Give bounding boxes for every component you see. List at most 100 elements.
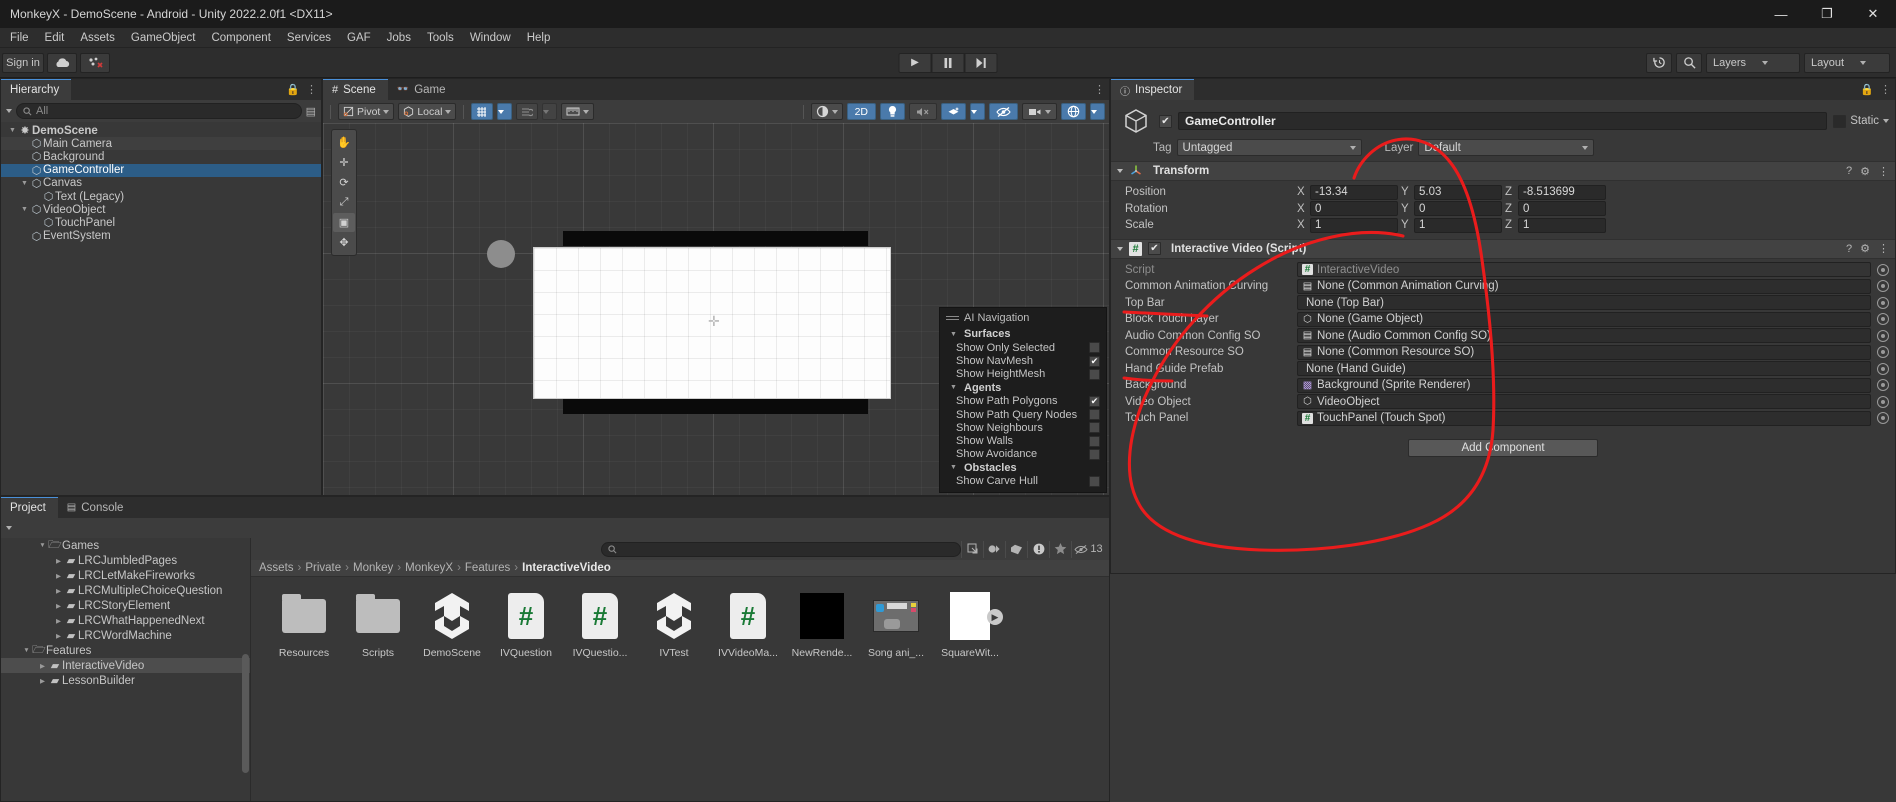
- scene-panel-menu[interactable]: ⋮: [1094, 79, 1105, 100]
- audio-mute-icon[interactable]: [909, 103, 937, 120]
- save-search-icon[interactable]: [961, 540, 983, 558]
- transform-tool-icon[interactable]: ✥: [333, 233, 355, 252]
- expand-triangle-icon[interactable]: ▼: [948, 384, 959, 391]
- project-tree-item-games[interactable]: ▼ 🗁 Games: [1, 538, 250, 553]
- menu-jobs[interactable]: Jobs: [379, 28, 419, 48]
- hierarchy-item-canvas[interactable]: ▼ ⬡ Canvas: [1, 177, 321, 190]
- create-dropdown-icon[interactable]: [6, 109, 12, 113]
- menu-file[interactable]: File: [2, 28, 37, 48]
- tab-console[interactable]: ▤ Console: [57, 497, 136, 518]
- asset-item[interactable]: # IVVideoMa...: [717, 591, 779, 659]
- project-tree-item-lrcjumbledpages[interactable]: ▶ ▰ LRCJumbledPages: [1, 553, 250, 568]
- menu-gaf[interactable]: GAF: [339, 28, 379, 48]
- scene-camera-icon[interactable]: [1022, 103, 1057, 120]
- object-reference-field[interactable]: ▤ None (Common Animation Curving): [1297, 278, 1889, 294]
- menu-edit[interactable]: Edit: [37, 28, 73, 48]
- object-reference-field[interactable]: None (Hand Guide): [1297, 361, 1889, 377]
- ai-nav-row-show-walls[interactable]: Show Walls: [940, 434, 1106, 447]
- transform-rotation-y-input[interactable]: 0: [1414, 201, 1502, 217]
- label-filter-icon[interactable]: [1005, 540, 1027, 558]
- breadcrumb-segment[interactable]: Assets: [259, 562, 294, 574]
- project-search-input[interactable]: [601, 541, 961, 557]
- close-button[interactable]: ✕: [1850, 0, 1896, 28]
- project-tree-scrollbar[interactable]: [242, 540, 249, 799]
- shaded-mode-icon[interactable]: [810, 103, 843, 120]
- gameobject-enabled-checkbox[interactable]: ✔: [1159, 114, 1172, 128]
- hierarchy-item-main-camera[interactable]: ▼⬡Main Camera: [1, 137, 321, 151]
- hidden-assets-count[interactable]: 13: [1071, 540, 1105, 558]
- hierarchy-search-input[interactable]: All: [16, 103, 302, 119]
- ai-nav-checkbox[interactable]: [1089, 422, 1100, 434]
- kebab-menu-icon[interactable]: ⋮: [1878, 165, 1889, 178]
- project-tree-item-lrcstoryelement[interactable]: ▶ ▰ LRCStoryElement: [1, 598, 250, 613]
- hierarchy-item-videoobject[interactable]: ▼ ⬡ VideoObject: [1, 203, 321, 217]
- create-dropdown-icon[interactable]: [6, 526, 12, 530]
- ai-nav-row-show-path-polygons[interactable]: Show Path Polygons ✔: [940, 395, 1106, 408]
- hierarchy-options-icon[interactable]: ▤: [306, 105, 316, 118]
- object-picker-icon[interactable]: [1877, 263, 1889, 276]
- preset-icon[interactable]: ⚙: [1860, 242, 1870, 255]
- object-reference-field[interactable]: # TouchPanel (Touch Spot): [1297, 410, 1889, 426]
- transform-rotation-x-input[interactable]: 0: [1310, 201, 1398, 217]
- tab-inspector[interactable]: ⓘ Inspector: [1111, 79, 1195, 100]
- transform-position-x-input[interactable]: -13.34: [1310, 184, 1398, 200]
- expand-triangle-icon[interactable]: ▶: [53, 557, 64, 565]
- tab-project[interactable]: Project: [1, 497, 58, 518]
- project-folder-tree[interactable]: ▼ 🗁 Games ▶ ▰ LRCJumbledPages ▶ ▰ LRCLetMakeFire…: [1, 538, 251, 801]
- object-reference-field[interactable]: ▤ None (Audio Common Config SO): [1297, 328, 1889, 344]
- hierarchy-tree[interactable]: ▼✸DemoScene▼⬡Main Camera▼⬡Background▼⬡Ga…: [1, 122, 321, 495]
- lock-icon[interactable]: 🔒: [286, 83, 300, 96]
- 2d-toggle[interactable]: 2D: [846, 103, 876, 120]
- expand-triangle-icon[interactable]: ▼: [948, 331, 959, 338]
- object-reference-field[interactable]: ⬡ None (Game Object): [1297, 311, 1889, 327]
- ai-nav-row-show-navmesh[interactable]: Show NavMesh ✔: [940, 355, 1106, 368]
- kebab-menu-icon[interactable]: ⋮: [1094, 83, 1105, 96]
- transform-rotation-z-input[interactable]: 0: [1518, 201, 1606, 217]
- kebab-menu-icon[interactable]: ⋮: [1880, 83, 1891, 96]
- ruler-icon[interactable]: [561, 103, 595, 120]
- expand-triangle-icon[interactable]: ▶: [53, 602, 64, 610]
- ai-nav-group-surfaces[interactable]: ▼ Surfaces: [940, 327, 1106, 341]
- collapse-triangle-icon[interactable]: [1117, 169, 1123, 173]
- hierarchy-item-touchpanel[interactable]: ▼⬡TouchPanel: [1, 216, 321, 230]
- inspector-panel-menu[interactable]: 🔒 ⋮: [1860, 79, 1891, 100]
- object-picker-icon[interactable]: [1877, 296, 1889, 309]
- expand-triangle-icon[interactable]: ▼: [21, 647, 32, 654]
- static-checkbox[interactable]: [1833, 114, 1847, 128]
- expand-triangle-icon[interactable]: ▶: [53, 572, 64, 580]
- ai-nav-checkbox[interactable]: ✔: [1089, 355, 1100, 367]
- ai-nav-row-show-path-query-nodes[interactable]: Show Path Query Nodes: [940, 408, 1106, 421]
- rect-tool-icon[interactable]: ▣: [333, 213, 355, 232]
- project-tree-item-lrcletmakefireworks[interactable]: ▶ ▰ LRCLetMakeFireworks: [1, 568, 250, 583]
- object-reference-field[interactable]: None (Top Bar): [1297, 295, 1889, 311]
- asset-item[interactable]: Resources: [273, 591, 335, 659]
- layout-dropdown[interactable]: Layout: [1804, 52, 1890, 73]
- visibility-off-icon[interactable]: [989, 103, 1018, 120]
- lock-icon[interactable]: 🔒: [1860, 83, 1874, 96]
- local-toggle[interactable]: Local: [398, 103, 457, 120]
- chevron-down-icon[interactable]: [1883, 119, 1889, 123]
- menu-gameobject[interactable]: GameObject: [123, 28, 204, 48]
- asset-item[interactable]: DemoScene: [421, 591, 483, 659]
- hierarchy-panel-menu[interactable]: 🔒 ⋮: [286, 79, 317, 100]
- breadcrumb-segment[interactable]: Features: [465, 562, 510, 574]
- minimize-button[interactable]: —: [1758, 0, 1804, 28]
- menu-help[interactable]: Help: [519, 28, 559, 48]
- transform-position-y-input[interactable]: 5.03: [1414, 184, 1502, 200]
- script-component-header[interactable]: # ✔ Interactive Video (Script) ? ⚙ ⋮: [1111, 238, 1895, 259]
- object-picker-icon[interactable]: [1877, 329, 1889, 342]
- menu-component[interactable]: Component: [203, 28, 278, 48]
- breadcrumb-segment[interactable]: MonkeyX: [405, 562, 453, 574]
- project-tree-item-interactivevideo[interactable]: ▶ ▰ InteractiveVideo: [1, 658, 250, 673]
- collab-icon[interactable]: [80, 52, 110, 73]
- expand-triangle-icon[interactable]: ▶: [53, 617, 64, 625]
- asset-item[interactable]: Song ani_...: [865, 591, 927, 659]
- effects-icon[interactable]: [941, 103, 966, 120]
- ai-nav-checkbox[interactable]: ✔: [1089, 395, 1100, 407]
- expand-triangle-icon[interactable]: ▶: [37, 677, 48, 685]
- tab-scene[interactable]: # Scene: [323, 79, 388, 100]
- pause-button[interactable]: [931, 52, 965, 73]
- error-filter-icon[interactable]: [1027, 540, 1049, 558]
- object-picker-icon[interactable]: [1877, 395, 1889, 408]
- expand-triangle-icon[interactable]: ▶: [53, 632, 64, 640]
